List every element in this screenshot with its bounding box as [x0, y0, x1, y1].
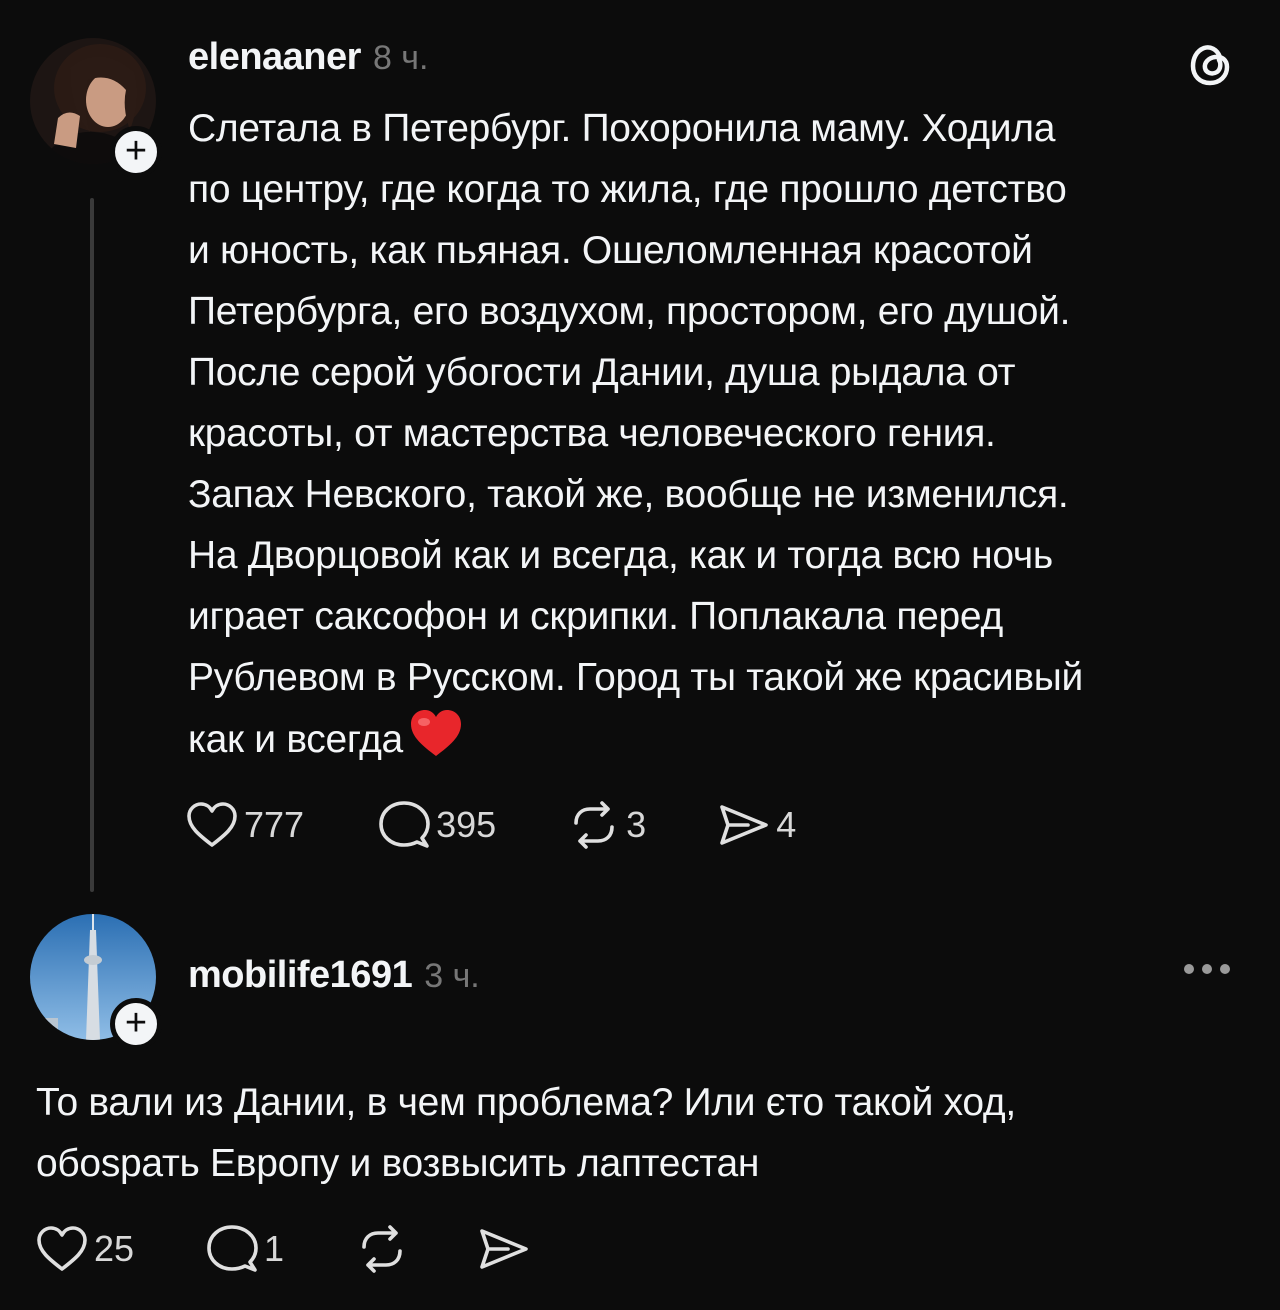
post-line: Запах Невского, такой же, вообще не изме… [188, 473, 1069, 516]
repost-icon [356, 1225, 408, 1273]
thread-connector-line [90, 198, 94, 892]
follow-button-mobilife1691[interactable]: + [110, 998, 162, 1050]
post-last-line: как и всегда [188, 708, 1268, 776]
comment-button[interactable]: 395 [378, 800, 496, 850]
like-count: 777 [244, 804, 305, 845]
post-line: Петербурга, его воздухом, простором, его… [188, 290, 1071, 333]
comment-bubble-icon [378, 800, 430, 850]
repost-count: 3 [626, 804, 647, 845]
threads-post-view: + elenaaner 8 ч. Слетала в Петербург. По… [0, 0, 1280, 1310]
reply-body: То вали из Дании, в чем проблема? Или єт… [36, 1072, 1256, 1194]
share-count: 4 [776, 804, 797, 845]
post-line: Слетала в Петербург. Похоронила маму. Хо… [188, 107, 1056, 150]
plus-icon: + [124, 129, 148, 172]
post-line: как и всегда [188, 718, 403, 761]
post-line: и юность, как пьяная. Ошеломленная красо… [188, 229, 1033, 272]
reply-timestamp: 3 ч. [424, 957, 480, 995]
heart-icon [36, 1225, 88, 1273]
reply-header: mobilife1691 3 ч. [188, 954, 480, 997]
post-actions: 777 395 3 4 [186, 800, 796, 850]
reply-like-count: 25 [94, 1228, 135, 1269]
post-line: красоты, от мастерства человеческого ген… [188, 412, 996, 455]
comment-bubble-icon [206, 1224, 258, 1274]
post-username[interactable]: elenaaner [188, 36, 361, 79]
send-icon [718, 801, 770, 849]
post-line: Рублевом в Русском. Город ты такой же кр… [188, 656, 1083, 699]
like-button[interactable]: 777 [186, 801, 304, 849]
reply-like-button[interactable]: 25 [36, 1225, 134, 1273]
repost-button[interactable]: 3 [568, 801, 646, 849]
post-line: На Дворцовой как и всегда, как и тогда в… [188, 534, 1053, 577]
post-header: elenaaner 8 ч. [188, 36, 428, 79]
more-options-icon[interactable] [1184, 964, 1230, 974]
reply-share-button[interactable] [478, 1225, 530, 1273]
reply-username[interactable]: mobilife1691 [188, 954, 413, 997]
follow-button-elenaaner[interactable]: + [110, 126, 162, 178]
comment-count: 395 [436, 804, 497, 845]
reply-comment-button[interactable]: 1 [206, 1224, 284, 1274]
share-button[interactable]: 4 [718, 801, 796, 849]
reply-line: обоsрать Европу и возвысить лаптестан [36, 1142, 760, 1185]
reply-actions: 25 1 [36, 1224, 530, 1274]
plus-icon: + [124, 1001, 148, 1044]
red-heart-emoji [409, 708, 463, 776]
reply-repost-button[interactable] [356, 1225, 408, 1273]
post-line: по центру, где когда то жила, где прошло… [188, 168, 1067, 211]
post-timestamp: 8 ч. [372, 39, 429, 77]
heart-icon [186, 801, 238, 849]
send-icon [478, 1225, 530, 1273]
reply-line: То вали из Дании, в чем проблема? Или єт… [36, 1081, 1016, 1124]
repost-icon [568, 801, 620, 849]
post-line: играет саксофон и скрипки. Поплакала пер… [188, 595, 1003, 638]
post-body: Слетала в Петербург. Похоронила маму. Хо… [188, 98, 1268, 776]
threads-logo-icon[interactable] [1184, 38, 1236, 95]
reply-comment-count: 1 [264, 1228, 285, 1269]
post-line: После серой убогости Дании, душа рыдала … [188, 351, 1016, 394]
